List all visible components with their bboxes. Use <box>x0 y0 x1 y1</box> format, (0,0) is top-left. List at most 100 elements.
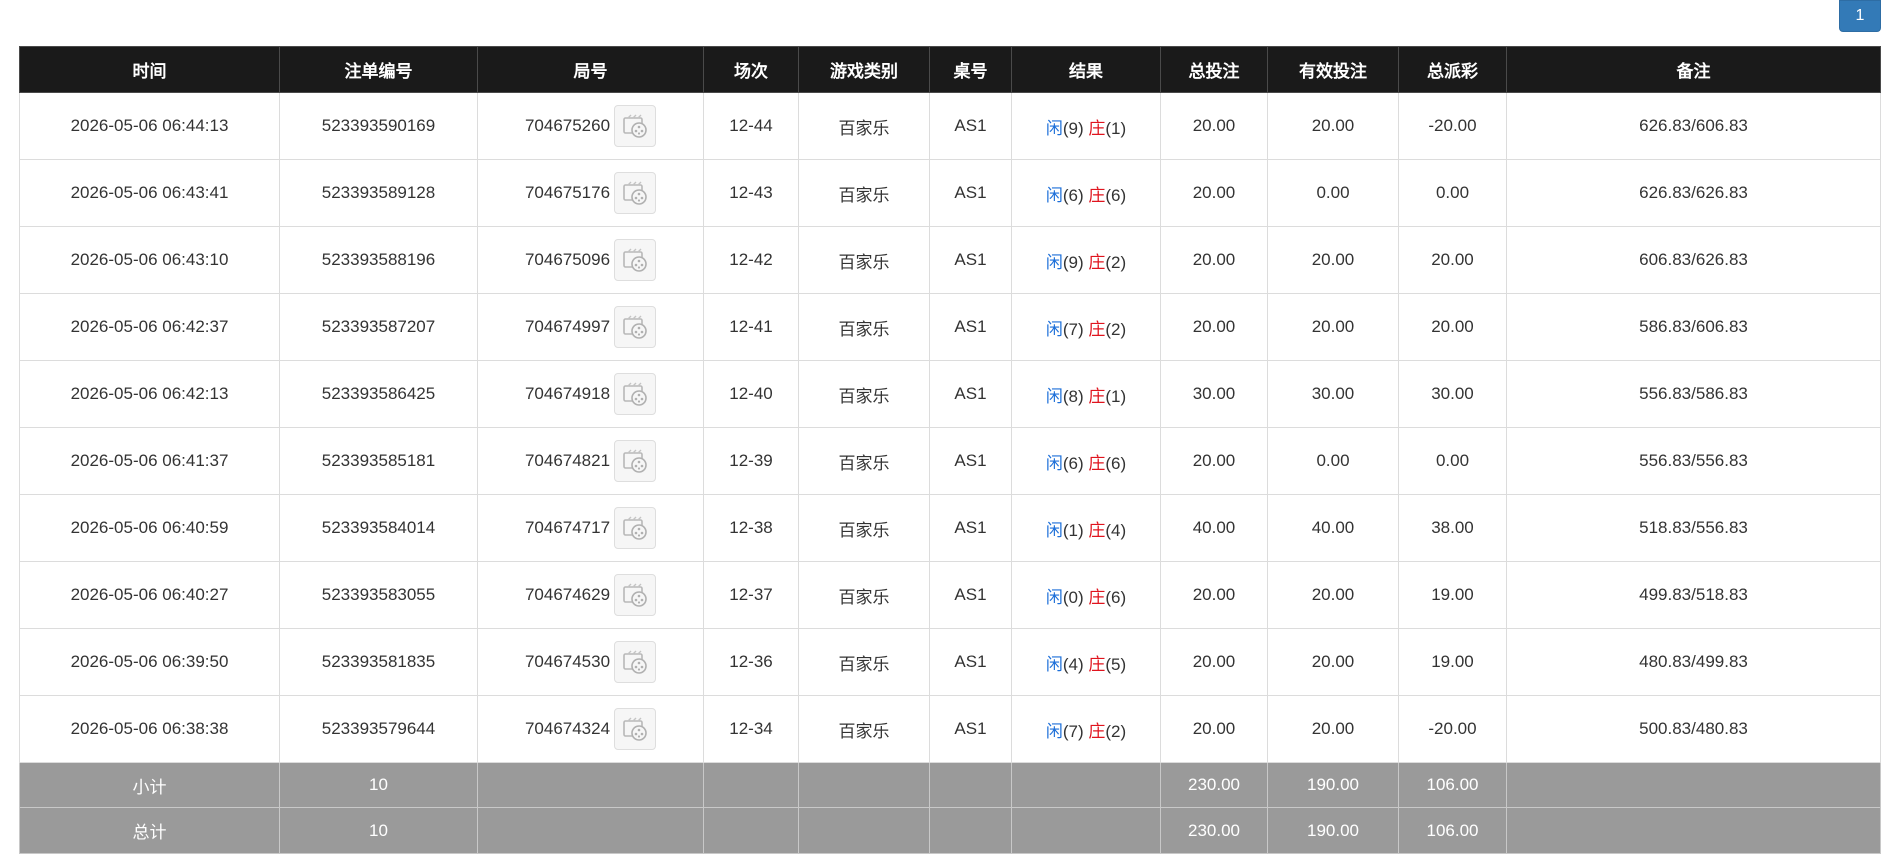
cell-table: AS1 <box>929 561 1012 629</box>
player-value: (7) <box>1062 319 1084 339</box>
cell-game: 百家乐 <box>798 226 930 294</box>
cell-payout: 19.00 <box>1398 561 1507 629</box>
player-value: (9) <box>1062 118 1084 138</box>
video-replay-icon[interactable] <box>614 440 657 482</box>
cell-result: 闲(6) 庄(6) <box>1011 159 1161 227</box>
banker-label: 庄 <box>1088 520 1106 540</box>
banker-value: (4) <box>1105 520 1127 540</box>
video-replay-icon[interactable] <box>614 239 657 281</box>
round-number: 704675096 <box>524 250 611 269</box>
banker-label: 庄 <box>1088 118 1106 138</box>
cell-session: 12-41 <box>703 293 799 361</box>
cell-valid-bet: 20.00 <box>1267 695 1399 763</box>
cell-table: AS1 <box>929 92 1012 160</box>
cell-total-bet: 20.00 <box>1160 226 1268 294</box>
player-label: 闲 <box>1045 587 1063 607</box>
cell-game: 百家乐 <box>798 695 930 763</box>
cell-game: 百家乐 <box>798 159 930 227</box>
player-label: 闲 <box>1045 252 1063 272</box>
round-number: 704674530 <box>524 652 611 671</box>
player-value: (6) <box>1062 185 1084 205</box>
cell-time: 2026-05-06 06:40:59 <box>19 494 280 562</box>
cell-round: 704675176 <box>477 159 704 227</box>
cell-bet-id: 523393584014 <box>279 494 478 562</box>
banker-value: (1) <box>1105 118 1127 138</box>
cell-round: 704674717 <box>477 494 704 562</box>
cell-payout: 20.00 <box>1398 226 1507 294</box>
cell-session: 12-38 <box>703 494 799 562</box>
video-replay-icon[interactable] <box>614 507 657 549</box>
cell-note: 556.83/586.83 <box>1506 360 1881 428</box>
cell-bet-id: 523393585181 <box>279 427 478 495</box>
cell-total-bet: 20.00 <box>1160 695 1268 763</box>
cell-bet-id: 523393589128 <box>279 159 478 227</box>
subtotal-count: 10 <box>279 762 478 808</box>
cell-table: AS1 <box>929 360 1012 428</box>
cell-total-bet: 20.00 <box>1160 293 1268 361</box>
cell-total-bet: 20.00 <box>1160 159 1268 227</box>
grand-total-payout: 106.00 <box>1398 807 1507 854</box>
page-button-1[interactable]: 1 <box>1839 0 1881 32</box>
video-replay-icon[interactable] <box>614 708 657 750</box>
cell-bet-id: 523393587207 <box>279 293 478 361</box>
bet-records-table: 时间 注单编号 局号 场次 游戏类别 桌号 结果 总投注 有效投注 总派彩 备注… <box>19 46 1881 854</box>
player-label: 闲 <box>1045 386 1063 406</box>
cell-table: AS1 <box>929 695 1012 763</box>
cell-bet-id: 523393581835 <box>279 628 478 696</box>
player-value: (0) <box>1062 587 1084 607</box>
col-header-payout: 总派彩 <box>1398 46 1507 93</box>
round-number: 704674324 <box>524 719 611 738</box>
cell-round: 704675260 <box>477 92 704 160</box>
banker-value: (6) <box>1105 587 1127 607</box>
player-value: (6) <box>1062 453 1084 473</box>
video-replay-icon[interactable] <box>614 373 657 415</box>
cell-game: 百家乐 <box>798 494 930 562</box>
table-header-row: 时间 注单编号 局号 场次 游戏类别 桌号 结果 总投注 有效投注 总派彩 备注 <box>19 46 1881 93</box>
cell-valid-bet: 0.00 <box>1267 427 1399 495</box>
cell-bet-id: 523393586425 <box>279 360 478 428</box>
cell-payout: 0.00 <box>1398 427 1507 495</box>
video-replay-icon[interactable] <box>614 574 657 616</box>
cell-note: 626.83/606.83 <box>1506 92 1881 160</box>
banker-label: 庄 <box>1088 453 1106 473</box>
player-value: (8) <box>1062 386 1084 406</box>
cell-table: AS1 <box>929 628 1012 696</box>
cell-result: 闲(7) 庄(2) <box>1011 695 1161 763</box>
table-row: 2026-05-06 06:40:27 523393583055 704674629… <box>19 561 1881 629</box>
player-label: 闲 <box>1045 654 1063 674</box>
round-number: 704675176 <box>524 183 611 202</box>
grand-total-row: 总计 10 230.00 190.00 106.00 <box>19 807 1881 854</box>
video-replay-icon[interactable] <box>614 641 657 683</box>
cell-result: 闲(9) 庄(2) <box>1011 226 1161 294</box>
table-row: 2026-05-06 06:39:50 523393581835 704674530… <box>19 628 1881 696</box>
cell-total-bet: 20.00 <box>1160 628 1268 696</box>
round-number: 704674918 <box>524 384 611 403</box>
col-header-time: 时间 <box>19 46 280 93</box>
cell-payout: 0.00 <box>1398 159 1507 227</box>
player-label: 闲 <box>1045 118 1063 138</box>
video-replay-icon[interactable] <box>614 105 657 147</box>
subtotal-payout: 106.00 <box>1398 762 1507 808</box>
cell-game: 百家乐 <box>798 561 930 629</box>
grand-total-count: 10 <box>279 807 478 854</box>
cell-session: 12-39 <box>703 427 799 495</box>
video-replay-icon[interactable] <box>614 306 657 348</box>
cell-payout: 19.00 <box>1398 628 1507 696</box>
col-header-round: 局号 <box>477 46 704 93</box>
banker-value: (5) <box>1105 654 1127 674</box>
cell-round: 704674918 <box>477 360 704 428</box>
cell-round: 704674530 <box>477 628 704 696</box>
cell-valid-bet: 30.00 <box>1267 360 1399 428</box>
cell-game: 百家乐 <box>798 628 930 696</box>
cell-table: AS1 <box>929 226 1012 294</box>
banker-value: (2) <box>1105 319 1127 339</box>
cell-bet-id: 523393579644 <box>279 695 478 763</box>
banker-label: 庄 <box>1088 587 1106 607</box>
pagination: 1 <box>1839 0 1881 32</box>
banker-label: 庄 <box>1088 185 1106 205</box>
player-value: (4) <box>1062 654 1084 674</box>
cell-total-bet: 40.00 <box>1160 494 1268 562</box>
cell-time: 2026-05-06 06:42:13 <box>19 360 280 428</box>
video-replay-icon[interactable] <box>614 172 657 214</box>
cell-table: AS1 <box>929 159 1012 227</box>
